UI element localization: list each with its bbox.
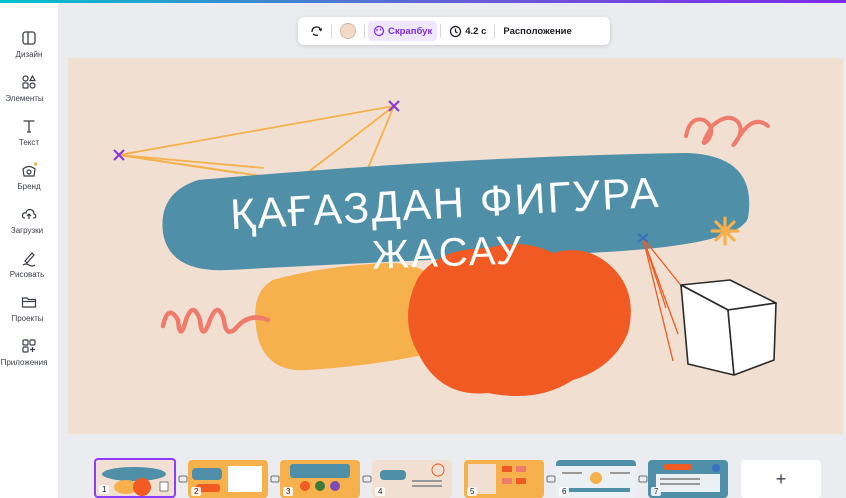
duration-button[interactable]: 4.2 с [444, 21, 491, 41]
sidebar-item-label: Элементы [5, 94, 44, 103]
toolbar-divider [440, 24, 442, 38]
sidebar-item-design[interactable]: Дизайн [0, 29, 58, 69]
style-scrapbook-button[interactable]: Скрапбук [368, 21, 438, 41]
style-label: Скрапбук [388, 25, 433, 37]
transition-icon[interactable] [638, 474, 648, 484]
pink-spring-right [684, 115, 770, 147]
sidebar-item-text[interactable]: Текст [0, 117, 58, 157]
sidebar-item-label: Дизайн [15, 50, 43, 59]
sidebar-item-label: Текст [18, 138, 40, 147]
style-palette-icon [373, 25, 385, 37]
position-button[interactable]: Расположение [498, 21, 576, 41]
animate-loop-icon [311, 26, 323, 36]
page-thumbnail[interactable]: 3 [280, 460, 360, 498]
page-number: 3 [283, 487, 294, 496]
slide-title-line2: ЖАСАУ [371, 228, 524, 277]
folder-icon [21, 297, 37, 308]
page-number: 5 [467, 487, 478, 496]
page-number: 7 [651, 487, 662, 496]
animate-button[interactable] [304, 21, 328, 41]
page-number: 4 [375, 487, 386, 496]
top-progress-bar [0, 0, 846, 3]
position-label: Расположение [503, 25, 572, 37]
upload-cloud-icon [21, 208, 37, 219]
page-number: 1 [99, 485, 110, 494]
page-filmstrip: 1 2 3 4 5 6 7 + [58, 448, 846, 498]
left-sidebar: Дизайн Элементы Текст Бренд Загрузки Рис… [0, 3, 58, 498]
toolbar-divider [494, 24, 496, 38]
element-toolbar: Скрапбук 4.2 с Расположение [298, 17, 610, 45]
toolbar-divider [331, 24, 332, 38]
sidebar-item-uploads[interactable]: Загрузки [0, 205, 58, 245]
slide-canvas[interactable]: ҚАҒАЗДАН ФИГУРА ЖАСАУ [68, 58, 843, 434]
duration-label: 4.2 с [465, 25, 487, 37]
draw-pen-icon [22, 252, 36, 267]
brand-icon [22, 162, 38, 177]
layout-icon [22, 31, 36, 45]
add-page-button[interactable]: + [741, 460, 821, 498]
sidebar-item-elements[interactable]: Элементы [0, 73, 58, 113]
cube-sketch [680, 279, 777, 376]
toolbar-divider [364, 24, 365, 38]
page-thumbnail[interactable]: 4 [372, 460, 452, 498]
yellow-star [710, 216, 740, 246]
color-button[interactable] [335, 21, 361, 41]
sidebar-item-brand[interactable]: Бренд [0, 161, 58, 201]
page-number: 2 [191, 487, 202, 496]
sidebar-item-label: Рисовать [9, 270, 45, 279]
transition-icon[interactable] [178, 474, 188, 484]
apps-icon [22, 339, 36, 353]
text-icon [23, 120, 35, 133]
pink-spring-left [160, 307, 271, 334]
page-number: 6 [559, 487, 570, 496]
transition-icon[interactable] [270, 474, 280, 484]
sidebar-item-label: Приложения [0, 358, 48, 367]
page-thumbnail[interactable]: 2 [188, 460, 268, 498]
sidebar-item-apps[interactable]: Приложения [0, 337, 58, 377]
sidebar-item-draw[interactable]: Рисовать [0, 249, 58, 289]
sidebar-item-projects[interactable]: Проекты [0, 293, 58, 333]
page-thumbnail[interactable]: 7 [648, 460, 728, 498]
page-thumbnail[interactable]: 1 [94, 458, 176, 498]
sidebar-item-label: Проекты [11, 314, 44, 323]
transition-icon[interactable] [546, 474, 556, 484]
string-lines-right [642, 237, 684, 362]
page-thumbnail[interactable]: 6 [556, 460, 636, 498]
slide-artwork: ҚАҒАЗДАН ФИГУРА ЖАСАУ [113, 100, 777, 397]
sidebar-item-label: Бренд [17, 182, 41, 191]
transition-icon[interactable] [362, 474, 372, 484]
add-page-label: + [775, 468, 787, 489]
clock-icon [450, 25, 462, 37]
color-swatch [340, 23, 356, 39]
elements-icon [22, 74, 37, 89]
sidebar-item-label: Загрузки [10, 226, 44, 235]
page-thumbnail[interactable]: 5 [464, 460, 544, 498]
